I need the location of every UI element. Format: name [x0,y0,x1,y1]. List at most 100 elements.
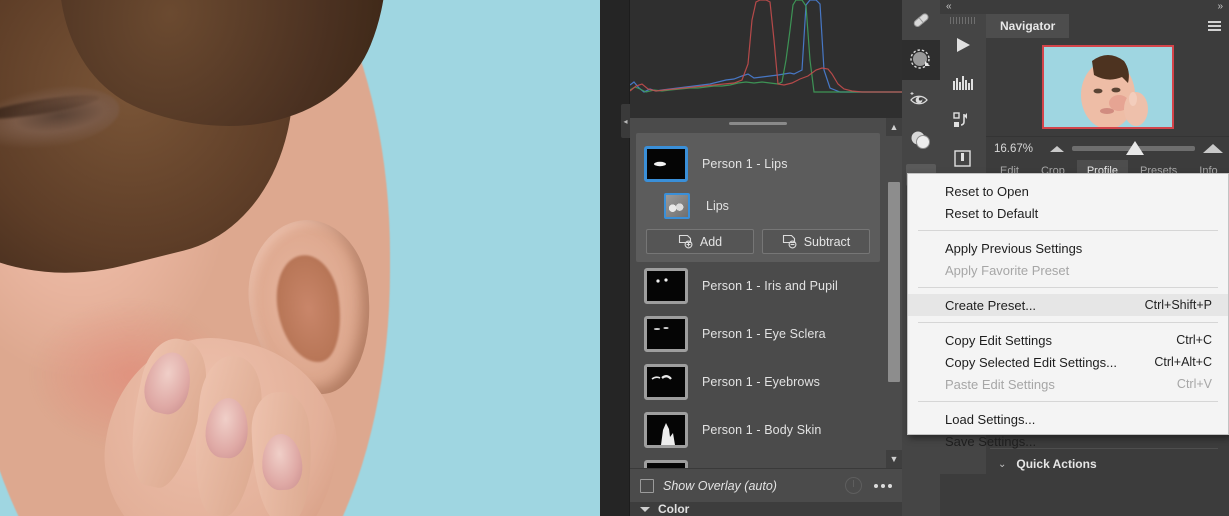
zoom-slider-track[interactable] [1072,141,1195,155]
masking-panel: Person 1 - Lips Lips Add Subtract Person… [630,0,902,516]
panel-menu-icon[interactable] [1208,21,1221,31]
menu-item-label: Apply Previous Settings [945,240,1083,256]
mask-label: Person 1 - Lips [702,157,788,171]
overlay-opacity-dial[interactable] [845,477,862,494]
histogram-icon[interactable] [940,64,986,102]
menu-item-label: Apply Favorite Preset [945,262,1070,278]
masking-tool[interactable] [902,40,940,80]
zoom-out-icon[interactable] [1050,145,1064,152]
quick-actions-section[interactable]: ⌄ Quick Actions [990,448,1218,508]
menu-separator [918,287,1218,288]
mask-thumbnail-body-skin[interactable] [644,412,688,448]
mask-list-grip [630,118,886,128]
mask-label: Person 1 - Iris and Pupil [702,279,838,293]
navigator-preview[interactable] [986,38,1229,136]
mask-thumbnail-eyebrows[interactable] [644,364,688,400]
navigator-thumbnail[interactable] [1041,45,1174,129]
menu-separator [918,230,1218,231]
panel-divider [600,0,630,516]
masks-scrollbar[interactable]: ▲ ▼ [886,118,902,468]
show-overlay-bar: Show Overlay (auto) [630,468,902,502]
masks-list-panel: Person 1 - Lips Lips Add Subtract Person… [630,118,902,468]
overlay-options-icon[interactable] [874,483,892,488]
mask-list-item[interactable]: Person 1 - Eye Sclera [630,310,886,358]
scrollbar-thumb[interactable] [888,182,900,382]
menu-item-shortcut: Ctrl+V [1176,377,1212,391]
mask-thumbnail-iris-and-pupil[interactable] [644,268,688,304]
scroll-up-icon[interactable]: ▲ [886,118,902,136]
mask-list-item[interactable]: Person 1 - Iris and Pupil [630,262,886,310]
add-icon [678,234,693,249]
subtract-button[interactable]: Subtract [762,229,870,254]
quick-actions-title: Quick Actions [1016,457,1097,471]
mask-list-item[interactable]: Person 1 - Body Skin [630,406,886,454]
menu-item-label: Reset to Open [945,183,1029,199]
zoom-in-icon[interactable] [1203,144,1223,153]
right-panel-topbar: « » [940,0,1229,14]
menu-item-label: Copy Edit Settings [945,332,1052,348]
mask-label: Person 1 - Body Skin [702,423,822,437]
zoom-slider[interactable] [1050,141,1229,155]
mask-thumbnail-eye-sclera[interactable] [644,316,688,352]
menu-item-load-settings[interactable]: Load Settings... [908,408,1228,430]
snapshots-icon[interactable] [940,102,986,140]
show-overlay-checkbox[interactable] [640,478,654,493]
color-section-label: Color [658,502,690,516]
histogram-panel[interactable] [630,0,902,118]
mask-thumbnail-partial[interactable] [644,460,688,468]
scroll-down-icon[interactable]: ▼ [886,450,902,468]
mask-label: Person 1 - Eyebrows [702,375,820,389]
add-button[interactable]: Add [646,229,754,254]
mask-thumbnail-lips[interactable] [644,146,688,182]
collapse-panel-handle[interactable]: ◂ [621,104,630,138]
add-button-label: Add [699,234,723,249]
zoom-slider-knob[interactable] [1126,141,1145,155]
healing-brush-tool[interactable] [902,0,940,40]
mask-row-lips[interactable]: Person 1 - Lips [636,139,880,189]
collapse-left-icon[interactable]: « [946,1,952,12]
subtract-icon [782,234,797,249]
histogram-graph [630,0,902,118]
menu-item-label: Load Settings... [945,411,1036,427]
menu-item-create-preset[interactable]: Create Preset... Ctrl+Shift+P [908,294,1228,316]
filmstrip-play-icon[interactable] [940,26,986,64]
menu-item-label: Save Settings... [945,433,1037,449]
menu-separator [918,322,1218,323]
quick-actions-header[interactable]: ⌄ Quick Actions [990,449,1218,471]
menu-item-paste-edit-settings: Paste Edit Settings Ctrl+V [908,373,1228,395]
red-eye-tool[interactable] [902,80,940,120]
menu-item-reset-to-open[interactable]: Reset to Open [908,180,1228,202]
color-section-header[interactable]: Color [630,502,902,516]
mask-group-selected[interactable]: Person 1 - Lips Lips Add Subtract [636,133,880,262]
mask-list-item-partial[interactable] [630,454,886,468]
menu-item-save-settings[interactable]: Save Settings... [908,430,1228,452]
menu-item-copy-edit-settings[interactable]: Copy Edit Settings Ctrl+C [908,329,1228,351]
menu-item-shortcut: Ctrl+Shift+P [1144,298,1212,312]
menu-item-reset-to-default[interactable]: Reset to Default [908,202,1228,224]
mask-component-label: Lips [706,199,729,213]
camera-raw-window: ◂ Person 1 - Lips Lips Add Subtract Pers… [0,0,1229,516]
mask-component-row-lips[interactable]: Lips [636,189,880,223]
mask-component-thumbnail[interactable] [664,193,690,219]
menu-item-apply-previous-settings[interactable]: Apply Previous Settings [908,237,1228,259]
show-overlay-label: Show Overlay (auto) [663,478,777,493]
menu-item-label: Paste Edit Settings [945,376,1055,392]
zoom-level-value[interactable]: 16.67% [986,143,1050,155]
menu-separator [918,401,1218,402]
navigator-tabbar: Navigator [986,14,1229,38]
menu-item-label: Create Preset... [945,297,1037,313]
menu-item-copy-selected-edit-settings[interactable]: Copy Selected Edit Settings... Ctrl+Alt+… [908,351,1228,373]
collapse-right-icon[interactable]: » [1217,1,1223,12]
chevron-down-icon: ⌄ [998,458,1007,470]
mask-edit-buttons: Add Subtract [636,223,880,254]
navigator-panel: Navigator 16.67% [986,14,1229,160]
mask-label: Person 1 - Eye Sclera [702,327,826,341]
masks-scroll-region[interactable]: Person 1 - Lips Lips Add Subtract Person… [630,118,886,468]
image-preview-canvas[interactable] [0,0,600,516]
menu-item-shortcut: Ctrl+C [1176,333,1212,347]
rail-grip-top [940,14,986,26]
tab-navigator[interactable]: Navigator [986,14,1070,38]
presets-tool[interactable] [902,120,940,160]
edit-panel-context-menu[interactable]: Reset to Open Reset to Default Apply Pre… [907,173,1229,449]
mask-list-item[interactable]: Person 1 - Eyebrows [630,358,886,406]
